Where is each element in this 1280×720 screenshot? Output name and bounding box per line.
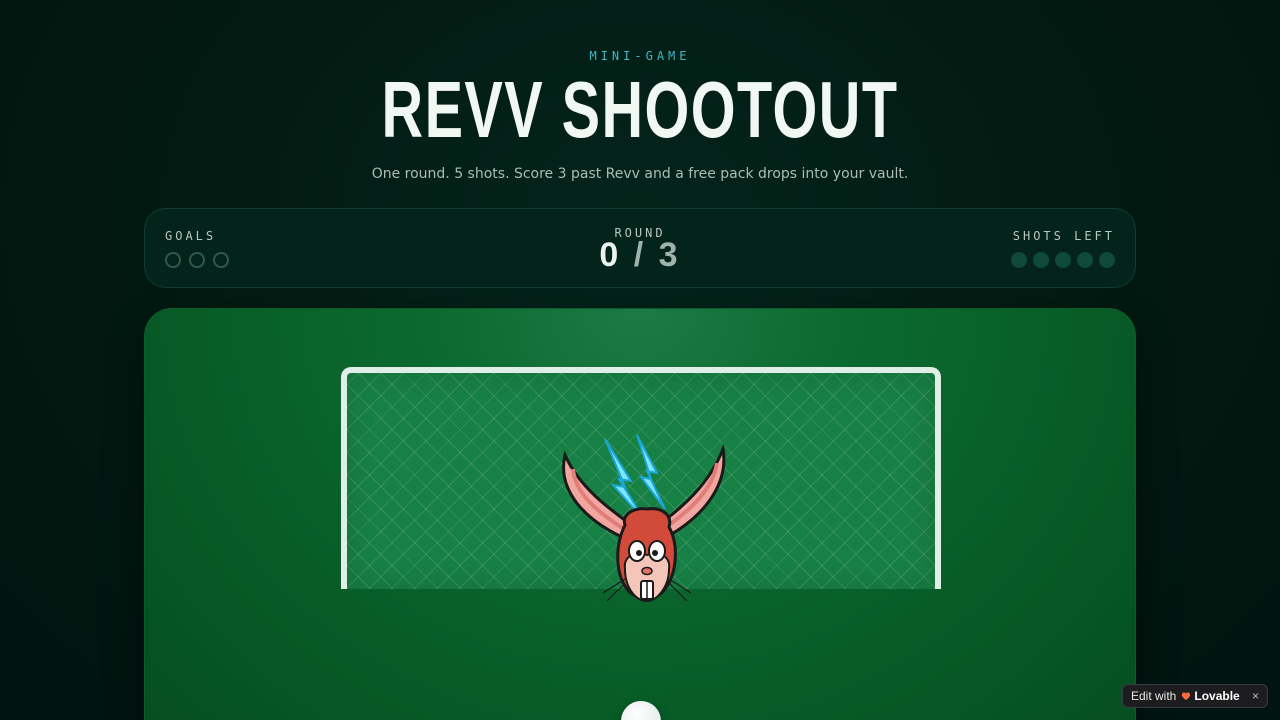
eyebrow-label: MINI-GAME [589, 49, 691, 63]
shot-indicator [1077, 252, 1093, 268]
shot-indicator [1011, 252, 1027, 268]
shots-left-label: SHOTS LEFT [1012, 229, 1115, 243]
edit-with-label: Edit with [1131, 689, 1177, 703]
game-pitch[interactable] [144, 308, 1136, 720]
page-title: REVV SHOOTOUT [381, 65, 899, 154]
page-subtitle: One round. 5 shots. Score 3 past Revv an… [371, 166, 909, 182]
close-icon[interactable]: × [1252, 689, 1259, 703]
soccer-ball[interactable] [621, 701, 661, 720]
revv-goalkeeper-mascot [562, 434, 726, 603]
lovable-brand: Lovable [1194, 689, 1240, 703]
shot-indicator [1033, 252, 1049, 268]
round-separator: / [633, 236, 647, 274]
scoreboard: GOALS ROUND 0 / 3 SHOTS LEFT [144, 208, 1136, 288]
shot-indicator [1055, 252, 1071, 268]
lovable-heart-icon [1182, 692, 1191, 700]
round-total: 3 [658, 236, 681, 274]
edit-with-lovable-badge[interactable]: Edit with Lovable × [1122, 684, 1268, 708]
round-counter: 0 / 3 [145, 236, 1135, 275]
shot-indicator [1099, 252, 1115, 268]
shot-indicators [1011, 252, 1115, 268]
round-current: 0 [599, 236, 622, 274]
